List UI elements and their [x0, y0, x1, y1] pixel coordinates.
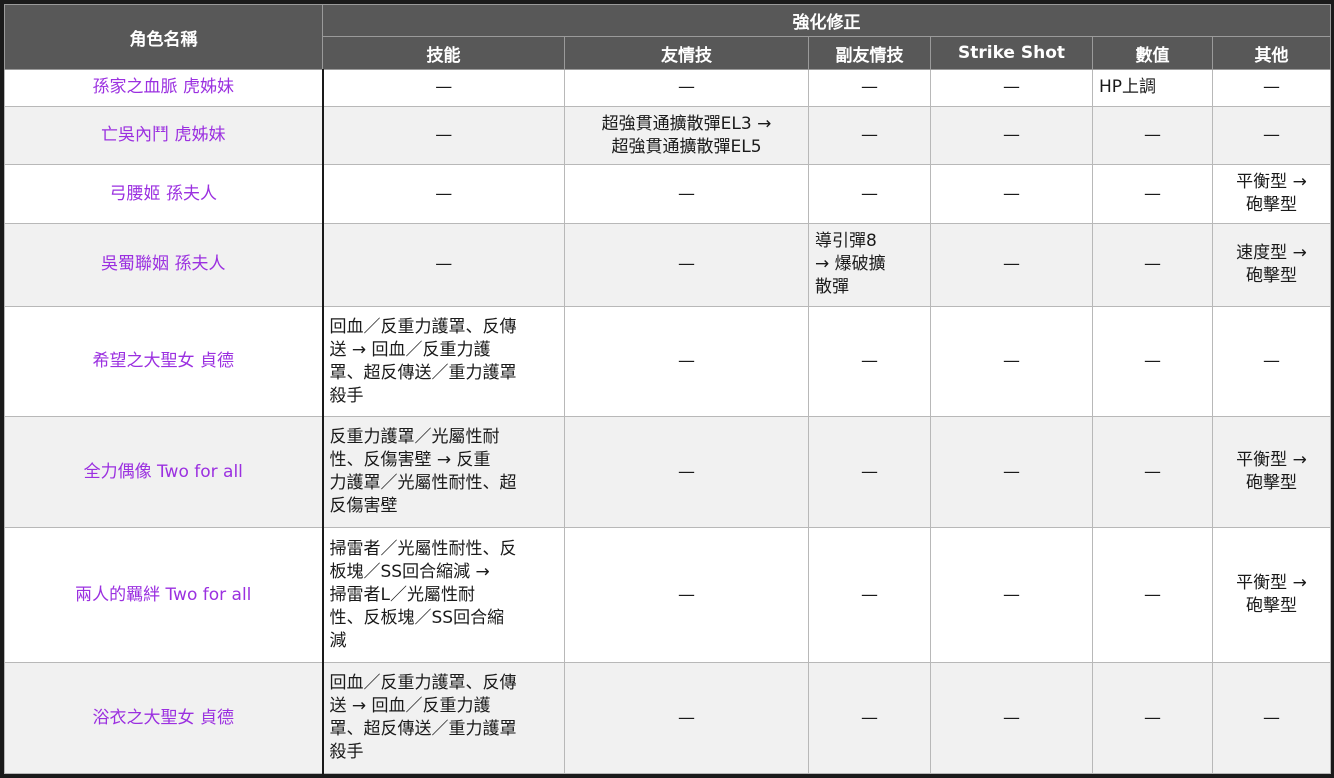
skill-cell: 反重力護罩／光屬性耐 性、反傷害壁 → 反重 力護罩／光屬性耐性、超 反傷害壁: [322, 416, 565, 529]
table-frame: 角色名稱 強化修正 技能 友情技 副友情技 Strike Shot 數值 其他 …: [0, 0, 1334, 778]
skill-cell: 掃雷者／光屬性耐性、反 板塊／SS回合縮減 → 掃雷者L／光屬性耐 性、反板塊／…: [322, 527, 565, 664]
friendship-cell: —: [564, 164, 809, 224]
strike-shot-cell: —: [930, 527, 1093, 664]
other-cell: 速度型 → 砲擊型: [1212, 222, 1331, 307]
strike-shot-cell: —: [930, 105, 1093, 166]
header-strike-shot: Strike Shot: [930, 36, 1093, 70]
sub-friendship-cell: —: [808, 416, 931, 529]
skill-cell: 回血／反重力護罩、反傳 送 → 回血／反重力護 罩、超反傳送／重力護罩 殺手: [322, 305, 565, 418]
enhancement-table: 角色名稱 強化修正 技能 友情技 副友情技 Strike Shot 數值 其他 …: [4, 4, 1331, 774]
header-other: 其他: [1212, 36, 1331, 70]
other-cell: —: [1212, 305, 1331, 418]
sub-friendship-cell: —: [808, 69, 931, 107]
skill-cell: —: [322, 164, 565, 224]
friendship-cell: —: [564, 69, 809, 107]
friendship-cell: —: [564, 662, 809, 774]
character-link[interactable]: 吳蜀聯姻 孫夫人: [4, 222, 324, 307]
table-row: 浴衣之大聖女 貞德 回血／反重力護罩、反傳 送 → 回血／反重力護 罩、超反傳送…: [4, 662, 1331, 774]
strike-shot-cell: —: [930, 222, 1093, 307]
skill-cell: —: [322, 222, 565, 307]
skill-cell: —: [322, 69, 565, 107]
other-cell: —: [1212, 69, 1331, 107]
friendship-cell: —: [564, 222, 809, 307]
header-stats: 數值: [1092, 36, 1213, 70]
table-row: 孫家之血脈 虎姊妹 — — — — HP上調 —: [4, 69, 1331, 107]
character-link[interactable]: 孫家之血脈 虎姊妹: [4, 69, 324, 107]
header-sub-friendship: 副友情技: [808, 36, 931, 70]
other-cell: 平衡型 → 砲擊型: [1212, 164, 1331, 224]
sub-friendship-cell: —: [808, 105, 931, 166]
character-link[interactable]: 希望之大聖女 貞德: [4, 305, 324, 418]
skill-cell: 回血／反重力護罩、反傳 送 → 回血／反重力護 罩、超反傳送／重力護罩 殺手: [322, 662, 565, 774]
strike-shot-cell: —: [930, 305, 1093, 418]
character-link[interactable]: 弓腰姬 孫夫人: [4, 164, 324, 224]
stats-cell: —: [1092, 105, 1213, 166]
stats-cell: HP上調: [1092, 69, 1213, 107]
stats-cell: —: [1092, 662, 1213, 774]
stats-cell: —: [1092, 416, 1213, 529]
table-row: 全力偶像 Two for all 反重力護罩／光屬性耐 性、反傷害壁 → 反重 …: [4, 416, 1331, 529]
strike-shot-cell: —: [930, 416, 1093, 529]
character-link[interactable]: 亡吳內鬥 虎姊妹: [4, 105, 324, 166]
other-cell: —: [1212, 662, 1331, 774]
header-enhancement-group: 強化修正: [322, 4, 1331, 37]
friendship-cell: —: [564, 527, 809, 664]
skill-cell: —: [322, 105, 565, 166]
friendship-cell: 超強貫通擴散彈EL3 → 超強貫通擴散彈EL5: [564, 105, 809, 166]
strike-shot-cell: —: [930, 662, 1093, 774]
table-row: 吳蜀聯姻 孫夫人 — — 導引彈8 → 爆破擴 散彈 — — 速度型 → 砲擊型: [4, 222, 1331, 307]
other-cell: 平衡型 → 砲擊型: [1212, 527, 1331, 664]
sub-friendship-cell: —: [808, 662, 931, 774]
character-link[interactable]: 兩人的羈絆 Two for all: [4, 527, 324, 664]
friendship-cell: —: [564, 305, 809, 418]
stats-cell: —: [1092, 222, 1213, 307]
friendship-cell: —: [564, 416, 809, 529]
stats-cell: —: [1092, 305, 1213, 418]
header-friendship: 友情技: [564, 36, 809, 70]
sub-friendship-cell: —: [808, 164, 931, 224]
strike-shot-cell: —: [930, 69, 1093, 107]
header-skill: 技能: [322, 36, 565, 70]
character-link[interactable]: 全力偶像 Two for all: [4, 416, 324, 529]
sub-friendship-cell: —: [808, 305, 931, 418]
table-row: 亡吳內鬥 虎姊妹 — 超強貫通擴散彈EL3 → 超強貫通擴散彈EL5 — — —…: [4, 105, 1331, 166]
table-row: 兩人的羈絆 Two for all 掃雷者／光屬性耐性、反 板塊／SS回合縮減 …: [4, 527, 1331, 664]
character-link[interactable]: 浴衣之大聖女 貞德: [4, 662, 324, 774]
table-row: 希望之大聖女 貞德 回血／反重力護罩、反傳 送 → 回血／反重力護 罩、超反傳送…: [4, 305, 1331, 418]
other-cell: —: [1212, 105, 1331, 166]
other-cell: 平衡型 → 砲擊型: [1212, 416, 1331, 529]
header-character-name: 角色名稱: [4, 4, 323, 70]
sub-friendship-cell: —: [808, 527, 931, 664]
stats-cell: —: [1092, 527, 1213, 664]
sub-friendship-cell: 導引彈8 → 爆破擴 散彈: [808, 222, 931, 307]
strike-shot-cell: —: [930, 164, 1093, 224]
stats-cell: —: [1092, 164, 1213, 224]
table-row: 弓腰姬 孫夫人 — — — — — 平衡型 → 砲擊型: [4, 164, 1331, 224]
